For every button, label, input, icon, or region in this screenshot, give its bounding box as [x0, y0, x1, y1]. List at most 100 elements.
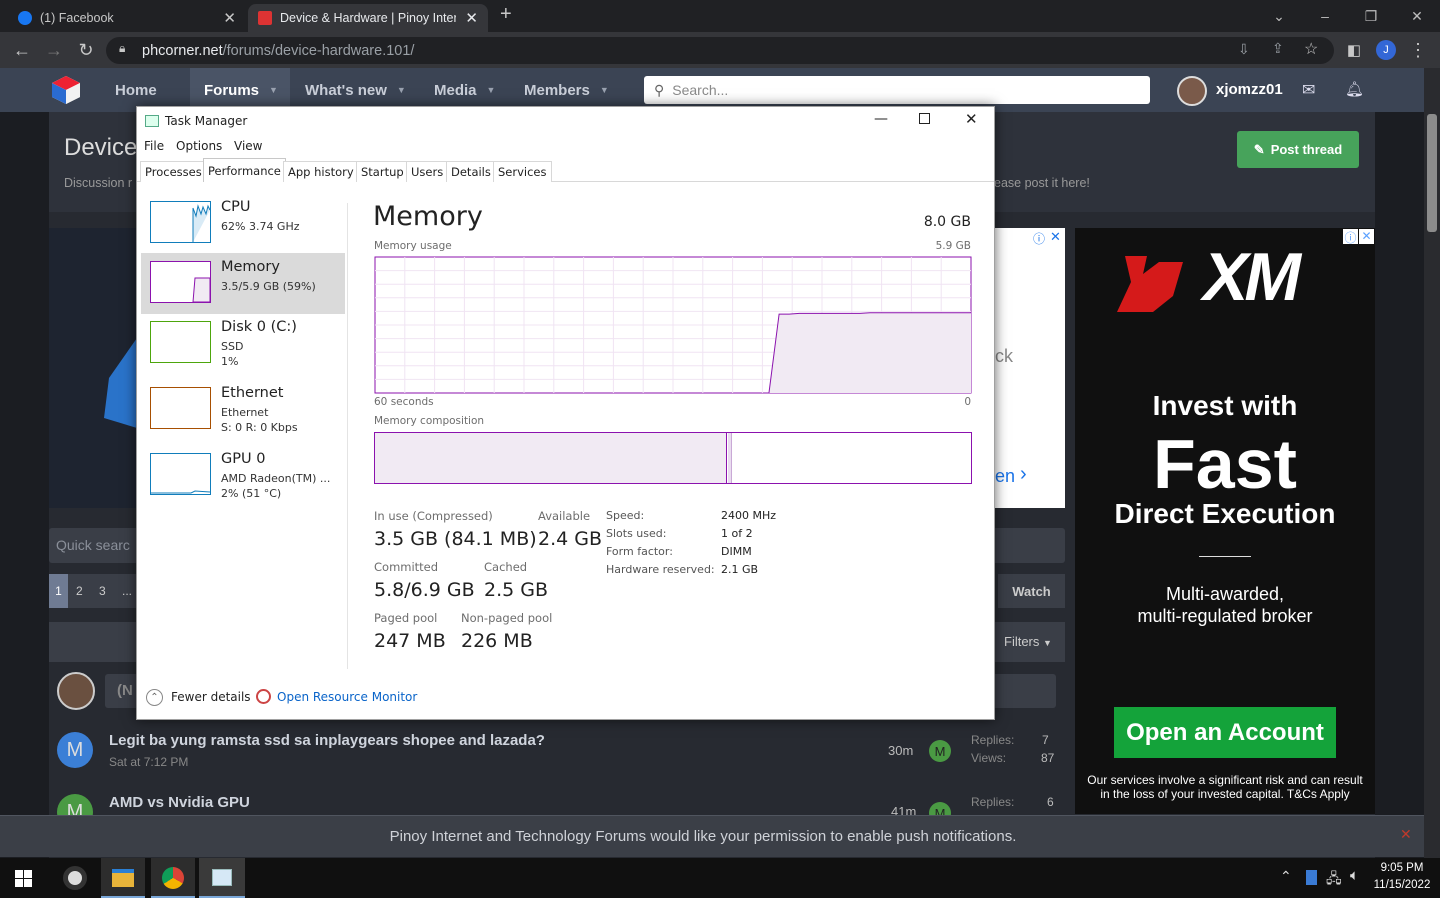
watch-button[interactable]: Watch [998, 574, 1065, 608]
page-3-button[interactable]: 3 [99, 584, 106, 598]
search-placeholder: Search... [672, 82, 729, 98]
task-manager-icon [212, 869, 232, 886]
scrollbar-thumb[interactable] [1427, 114, 1437, 232]
maximize-icon[interactable] [919, 113, 930, 124]
minimize-icon[interactable]: – [1302, 0, 1348, 32]
page-1-button[interactable]: 1 [49, 574, 68, 608]
close-tab-icon[interactable]: ✕ [465, 9, 478, 27]
sidebar-item-ethernet[interactable]: Ethernet Ethernet S: 0 R: 0 Kbps [141, 379, 345, 440]
sidebar-item-name: Memory [221, 259, 280, 275]
page-2-button[interactable]: 2 [76, 584, 83, 598]
new-tab-icon[interactable]: + [500, 3, 512, 26]
stat-label: In use (Compressed) [374, 509, 493, 523]
address-bar[interactable]: 🔒︎ phcorner.net/forums/device-hardware.1… [106, 37, 1334, 64]
tab-bar: Processes Performance App history Startu… [137, 158, 994, 182]
thread-title[interactable]: Legit ba yung ramsta ssd sa inplaygears … [109, 732, 545, 749]
last-poster-avatar[interactable]: M [929, 802, 951, 816]
taskbar-file-explorer[interactable] [101, 858, 145, 898]
menu-icon[interactable]: ⋮ [1404, 36, 1432, 64]
tab-search-icon[interactable]: ⌄ [1256, 0, 1302, 32]
close-tab-icon[interactable]: ✕ [223, 9, 236, 27]
stat-value: 2.4 GB [538, 528, 603, 550]
menu-view[interactable]: View [234, 139, 262, 153]
sidebar-item-detail: 1% [221, 355, 239, 368]
page-ellipsis[interactable]: ... [122, 584, 132, 598]
bookmark-star-icon[interactable]: ☆ [1304, 39, 1318, 59]
taskbar-chrome[interactable] [151, 858, 195, 898]
forward-icon[interactable]: → [40, 36, 68, 64]
chrome-icon [162, 867, 184, 889]
sidebar-icon[interactable]: ◧ [1340, 36, 1368, 64]
sidebar-item-gpu[interactable]: GPU 0 AMD Radeon(TM) ... 2% (51 °C) [141, 445, 345, 506]
ad-close-icon[interactable]: ✕ [1359, 229, 1374, 244]
tab-processes[interactable]: Processes [140, 161, 207, 182]
filters-button[interactable]: Filters ▼ [1004, 634, 1052, 649]
ad-close-icon[interactable]: ✕ [1050, 229, 1061, 245]
reload-icon[interactable]: ↻ [72, 36, 100, 64]
site-search-input[interactable]: ⚲ Search... [644, 76, 1150, 104]
menu-options[interactable]: Options [176, 139, 222, 153]
sidebar-item-disk[interactable]: Disk 0 (C:) SSD 1% [141, 313, 345, 374]
stat-value: 247 MB [374, 630, 446, 652]
tab-startup[interactable]: Startup [356, 161, 409, 182]
tab-performance[interactable]: Performance [203, 158, 286, 182]
post-thread-button[interactable]: ✎ Post thread [1237, 131, 1359, 168]
chevron-down-icon: ▼ [486, 85, 496, 95]
ad-left-partial[interactable]: ⓘ ✕ ck en › [995, 228, 1065, 508]
panel-heading: Memory [373, 201, 483, 232]
ad-info-icon[interactable]: ⓘ [1343, 229, 1358, 245]
xm-ad[interactable]: ⓘ ✕ XM Invest with Fast Direct Execution… [1075, 228, 1375, 814]
share-icon[interactable]: ⇪ [1272, 40, 1284, 57]
chevron-up-icon[interactable]: ⌃ [1280, 868, 1292, 885]
thread-avatar[interactable]: M [57, 732, 93, 768]
install-icon[interactable]: ⇩ [1238, 41, 1250, 58]
media-player-icon[interactable] [63, 866, 87, 890]
spec-key: Form factor: [606, 545, 673, 558]
tab-phcorner[interactable]: Device & Hardware | Pinoy Intern ✕ [248, 4, 488, 32]
sidebar-item-memory[interactable]: Memory 3.5/5.9 GB (59%) [141, 253, 345, 314]
inbox-icon[interactable]: ✉ [1302, 80, 1315, 100]
profile-avatar[interactable]: J [1376, 40, 1396, 60]
task-manager-window[interactable]: Task Manager — ✕ File Options View Proce… [136, 106, 995, 720]
fewer-details-link[interactable]: Fewer details [171, 690, 251, 704]
open-resource-monitor-link[interactable]: Open Resource Monitor [277, 690, 417, 704]
tab-facebook[interactable]: (1) Facebook ✕ [8, 4, 246, 32]
notification-text: Pinoy Internet and Technology Forums wou… [389, 828, 1017, 845]
thread-title[interactable]: AMD vs Nvidia GPU [109, 794, 250, 811]
ad-fragment: en [995, 466, 1016, 486]
nav-label: Media [434, 81, 477, 99]
menu-file[interactable]: File [144, 139, 164, 153]
time-end: 0 [964, 396, 971, 408]
tab-app-history[interactable]: App history [283, 161, 359, 182]
restore-icon[interactable]: ❐ [1348, 0, 1394, 32]
network-icon[interactable]: 🖧︎ [1326, 868, 1342, 892]
open-account-button[interactable]: Open an Account [1114, 707, 1336, 758]
close-icon[interactable]: ✕ [965, 110, 978, 128]
site-logo[interactable] [50, 74, 82, 106]
volume-icon[interactable]: 🔈︎ [1350, 867, 1359, 884]
tray-app-icon[interactable] [1306, 870, 1317, 885]
last-poster-avatar[interactable]: M [929, 740, 951, 762]
tab-services[interactable]: Services [493, 161, 552, 182]
close-window-icon[interactable]: ✕ [1394, 0, 1440, 32]
gpu-thumbnail [150, 453, 211, 495]
ad-info-icon[interactable]: ⓘ [1033, 230, 1045, 247]
clock-time[interactable]: 9:05 PM [1370, 862, 1434, 874]
user-avatar[interactable] [1177, 76, 1207, 106]
back-icon[interactable]: ← [8, 36, 36, 64]
minimize-icon[interactable]: — [874, 111, 888, 127]
chevron-up-icon[interactable]: ⌃ [146, 689, 163, 706]
close-notification-icon[interactable]: ✕ [1400, 826, 1412, 843]
tab-users[interactable]: Users [406, 161, 449, 182]
taskbar-task-manager[interactable] [199, 858, 245, 898]
table-row[interactable]: M Legit ba yung ramsta ssd sa inplaygear… [49, 720, 1065, 776]
sidebar-item-cpu[interactable]: CPU 62% 3.74 GHz [141, 193, 345, 254]
thread-avatar[interactable]: M [57, 794, 93, 816]
table-row[interactable]: M AMD vs Nvidia GPU 41m M Replies: 6 [49, 780, 1065, 816]
spec-value: DIMM [721, 545, 752, 558]
username[interactable]: xjomzz01 [1216, 81, 1283, 98]
bell-icon[interactable]: 🔔︎ [1345, 80, 1364, 98]
windows-start-icon[interactable] [15, 870, 32, 887]
tab-details[interactable]: Details [446, 161, 496, 182]
clock-date[interactable]: 11/15/2022 [1370, 879, 1434, 891]
